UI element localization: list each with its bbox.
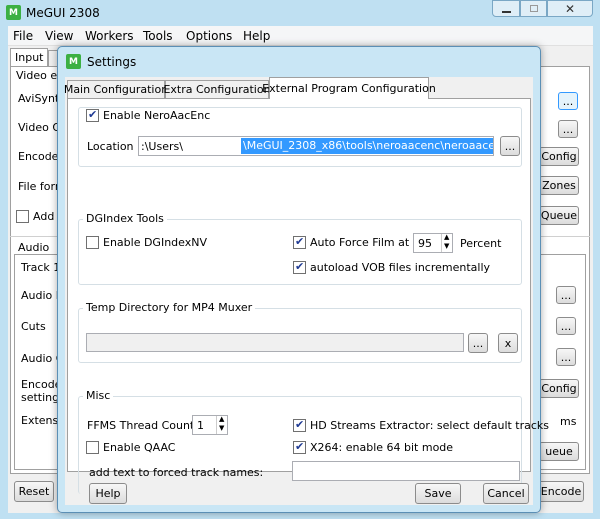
settings-dialog: M Settings Main Configuration Extra Conf… [57, 46, 549, 513]
minimize-icon [501, 10, 511, 13]
temp-dir-browse-button[interactable]: ... [468, 333, 488, 353]
ffms-thread-count-stepper[interactable]: 1 ▲ ▼ [192, 415, 228, 435]
location-input[interactable]: :\Users\ \MeGUI_2308_x86\tools\neroaacen… [138, 136, 494, 156]
misc-group-title: Misc [83, 389, 114, 402]
enable-dgindexnv-checkbox[interactable] [86, 236, 99, 249]
menu-workers[interactable]: Workers [85, 29, 134, 43]
enable-qaac-checkbox[interactable] [86, 441, 99, 454]
enable-neroaacenc-label: Enable NeroAacEnc [103, 109, 211, 122]
dgindex-group [78, 219, 522, 285]
label-ms: ms [560, 415, 577, 428]
maximize-button[interactable] [520, 0, 547, 17]
save-button[interactable]: Save [415, 483, 461, 504]
external-config-page: Enable NeroAacEnc Location :\Users\ \MeG… [67, 98, 549, 494]
audio-output-browse-button[interactable]: ... [556, 348, 576, 366]
main-app-icon: M [6, 5, 21, 20]
stepper-arrows-icon[interactable]: ▲ ▼ [441, 233, 453, 252]
settings-app-icon: M [66, 54, 81, 69]
x264-64bit-label: X264: enable 64 bit mode [310, 441, 454, 454]
audio-config-button[interactable]: Config [539, 379, 579, 398]
audio-queue-button[interactable]: ueue [539, 442, 579, 461]
menu-tools[interactable]: Tools [143, 29, 173, 43]
location-browse-button[interactable]: ... [500, 136, 520, 156]
auto-force-film-checkbox[interactable] [293, 235, 306, 249]
location-text-prefix: :\Users\ [141, 140, 183, 153]
auto-force-film-label: Auto Force Film at [310, 236, 410, 249]
menu-bar: File View Workers Tools Options Help [8, 26, 593, 46]
enable-neroaacenc-checkbox[interactable] [86, 108, 99, 122]
encode-button[interactable]: Encode [538, 481, 584, 502]
percent-label: Percent [460, 237, 502, 250]
close-button[interactable]: ✕ [547, 0, 593, 17]
label-video-output: Video O [18, 121, 61, 134]
ffms-thread-count-label: FFMS Thread Count: [87, 419, 198, 432]
label-audio: Audio [18, 241, 50, 254]
enable-qaac-label: Enable QAAC [103, 441, 176, 454]
reset-button[interactable]: Reset [14, 481, 54, 502]
forced-track-names-input[interactable] [292, 461, 520, 481]
maximize-icon [529, 5, 538, 12]
tab-main-configuration[interactable]: Main Configuration [64, 80, 168, 98]
forced-track-names-label: add text to forced track names: [89, 466, 264, 479]
temp-dir-clear-button[interactable]: x [498, 333, 518, 353]
autoload-vob-label: autoload VOB files incrementally [310, 261, 491, 274]
video-queue-button[interactable]: Queue [539, 206, 579, 225]
auto-force-film-stepper[interactable]: 95 ▲ ▼ [413, 233, 453, 253]
label-encoder-settings-1: Encode [21, 378, 62, 391]
autoload-vob-checkbox[interactable] [293, 260, 306, 274]
video-output-browse-button[interactable]: ... [558, 120, 578, 138]
audio-input-browse-button[interactable]: ... [556, 286, 576, 304]
settings-title: Settings [87, 55, 137, 69]
hd-streams-extractor-label: HD Streams Extractor: select default tra… [310, 419, 550, 432]
avisynth-browse-button[interactable]: ... [558, 92, 578, 110]
cancel-button[interactable]: Cancel [483, 483, 529, 504]
zones-button[interactable]: Zones [539, 176, 579, 195]
enable-dgindexnv-label: Enable DGIndexNV [103, 236, 207, 249]
temp-dir-group-title: Temp Directory for MP4 Muxer [83, 301, 256, 314]
hd-streams-extractor-checkbox[interactable] [293, 418, 306, 432]
menu-help[interactable]: Help [243, 29, 270, 43]
menu-view[interactable]: View [45, 29, 73, 43]
help-button[interactable]: Help [89, 483, 127, 504]
location-label: Location [87, 140, 134, 153]
location-text-selected: \MeGUI_2308_x86\tools\neroaacenc\neroaac… [241, 138, 493, 154]
temp-dir-input[interactable] [86, 333, 464, 352]
dgindex-group-title: DGIndex Tools [83, 212, 167, 225]
cuts-browse-button[interactable]: ... [556, 317, 576, 335]
menu-file[interactable]: File [13, 29, 33, 43]
close-icon: ✕ [564, 1, 576, 16]
x264-64bit-checkbox[interactable] [293, 440, 306, 454]
stepper-arrows-icon[interactable]: ▲ ▼ [216, 415, 228, 434]
main-window-title: MeGUI 2308 [26, 6, 100, 20]
tab-external-program-configuration[interactable]: External Program Configuration [262, 77, 436, 99]
tab-track-1[interactable]: Track 1 [21, 261, 60, 274]
label-cuts: Cuts [21, 320, 46, 333]
video-config-button[interactable]: Config [539, 147, 579, 166]
tab-input[interactable]: Input [10, 48, 48, 66]
settings-client: Main Configuration Extra Configuration E… [64, 77, 549, 505]
tab-extra-configuration[interactable]: Extra Configuration [163, 80, 271, 98]
add-prerendering-checkbox[interactable] [16, 210, 29, 223]
minimize-button[interactable] [492, 0, 520, 17]
menu-options[interactable]: Options [186, 29, 232, 43]
label-audio-input: Audio I [21, 289, 60, 302]
